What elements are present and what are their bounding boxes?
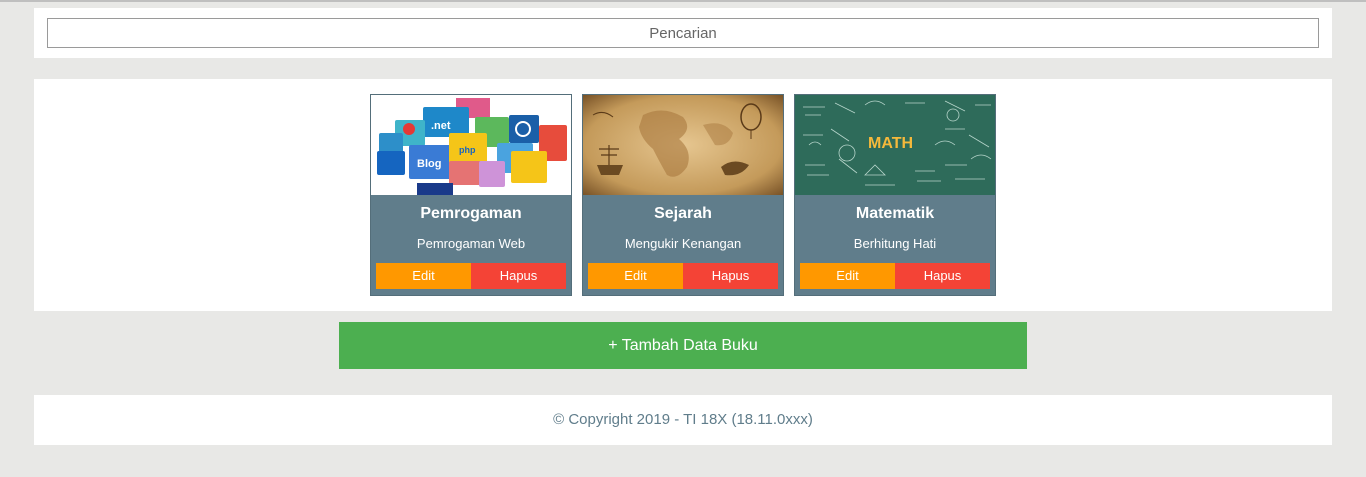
book-cover-image: MATH	[795, 95, 995, 195]
book-subtitle: Berhitung Hati	[853, 236, 937, 251]
add-book-button[interactable]: + Tambah Data Buku	[339, 322, 1027, 369]
book-card: Sejarah Mengukir Kenangan Edit Hapus	[582, 94, 784, 296]
delete-button[interactable]: Hapus	[471, 263, 566, 289]
book-cover-image: .net Blog php	[371, 95, 571, 195]
svg-text:Blog: Blog	[417, 158, 441, 170]
delete-button[interactable]: Hapus	[683, 263, 778, 289]
search-input[interactable]	[47, 18, 1319, 48]
book-title: Matematik	[855, 205, 935, 222]
book-title: Sejarah	[654, 205, 712, 222]
book-cover-image	[583, 95, 783, 195]
book-list: .net Blog php Pemrogaman Pemrogaman Web …	[34, 79, 1332, 311]
book-subtitle: Mengukir Kenangan	[624, 236, 742, 251]
book-subtitle: Pemrogaman Web	[416, 236, 526, 251]
svg-text:php: php	[459, 145, 476, 155]
edit-button[interactable]: Edit	[588, 263, 683, 289]
footer: © Copyright 2019 - TI 18X (18.11.0xxx)	[34, 395, 1332, 445]
edit-button[interactable]: Edit	[800, 263, 895, 289]
delete-button[interactable]: Hapus	[895, 263, 990, 289]
copyright-text: © Copyright 2019 - TI 18X (18.11.0xxx)	[553, 411, 813, 428]
top-border	[0, 0, 1366, 2]
book-card: MATH Matematik Berhitung Hati Edit Hapus	[794, 94, 996, 296]
book-card: .net Blog php Pemrogaman Pemrogaman Web …	[370, 94, 572, 296]
math-text: MATH	[868, 135, 913, 152]
edit-button[interactable]: Edit	[376, 263, 471, 289]
book-title: Pemrogaman	[420, 205, 522, 222]
svg-text:.net: .net	[431, 120, 451, 132]
search-panel	[34, 8, 1332, 58]
